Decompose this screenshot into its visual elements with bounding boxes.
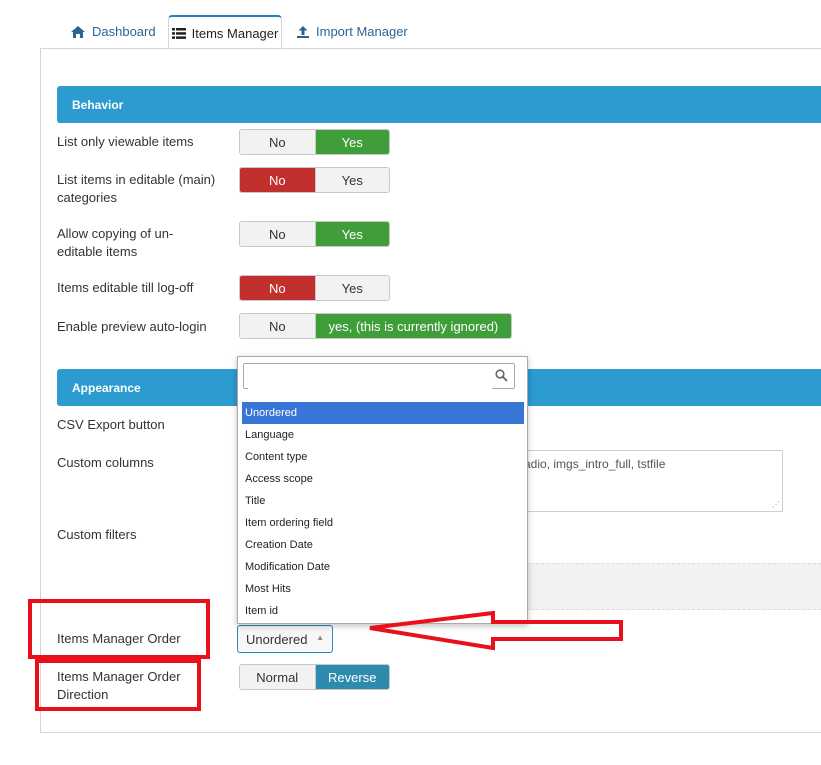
annotation-arrow (369, 610, 623, 651)
